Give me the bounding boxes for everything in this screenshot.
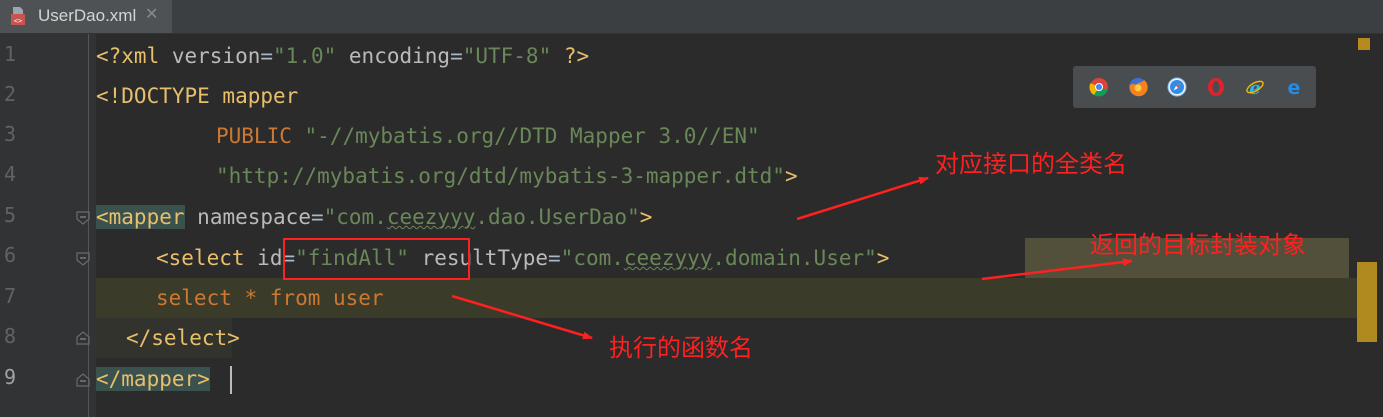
annotation-return-type: 返回的目标封装对象	[1090, 231, 1306, 259]
arrow-to-method-label	[451, 294, 593, 340]
annotation-method-name: 执行的函数名	[609, 334, 753, 362]
arrow-to-interface-label	[796, 176, 929, 221]
arrow-to-return-label	[981, 258, 1133, 281]
annotation-interface-name: 对应接口的全类名	[935, 150, 1127, 178]
